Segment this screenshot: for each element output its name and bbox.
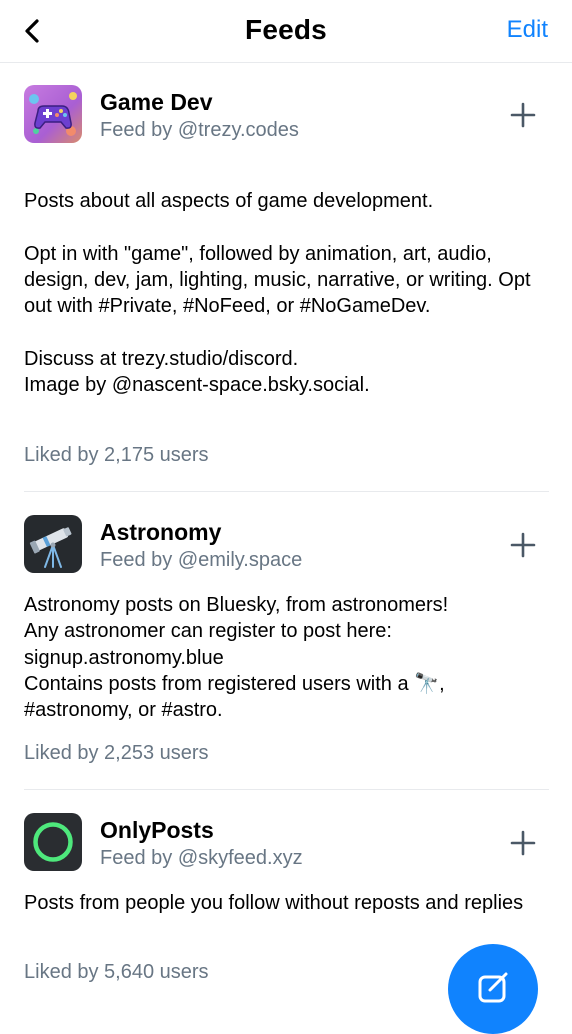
feed-item-game-dev[interactable]: Game Dev Feed by @trezy.codes Posts abou…	[0, 62, 572, 492]
feed-likes: Liked by 5,640 users	[24, 961, 209, 983]
feed-likes: Liked by 2,253 users	[24, 742, 209, 764]
add-feed-button[interactable]	[508, 100, 538, 130]
page-title: Feeds	[245, 14, 327, 45]
feed-description: Astronomy posts on Bluesky, from astrono…	[24, 594, 449, 722]
feed-name: Game Dev	[100, 89, 213, 115]
feed-description: Posts about all aspects of game developm…	[24, 190, 531, 397]
feed-name: OnlyPosts	[100, 817, 214, 843]
game-controller-icon	[24, 85, 82, 143]
feed-name: Astronomy	[100, 519, 222, 545]
feed-author: Feed by @trezy.codes	[100, 119, 299, 141]
feed-description: Posts from people you follow without rep…	[24, 892, 524, 914]
header-bar: Feeds Edit	[0, 0, 572, 63]
compose-button[interactable]	[448, 944, 538, 1034]
plus-icon	[510, 830, 536, 856]
telescope-icon	[24, 515, 82, 573]
feed-item-astronomy[interactable]: Astronomy Feed by @emily.space Astronomy…	[0, 492, 572, 789]
add-feed-button[interactable]	[508, 530, 538, 560]
plus-icon	[510, 102, 536, 128]
plus-icon	[510, 532, 536, 558]
compose-icon	[478, 972, 508, 1003]
green-ring-icon	[24, 813, 82, 871]
add-feed-button[interactable]	[508, 828, 538, 858]
feed-likes: Liked by 2,175 users	[24, 444, 209, 466]
feed-author: Feed by @emily.space	[100, 549, 303, 571]
feed-author: Feed by @skyfeed.xyz	[100, 847, 303, 869]
edit-button[interactable]: Edit	[507, 16, 548, 44]
